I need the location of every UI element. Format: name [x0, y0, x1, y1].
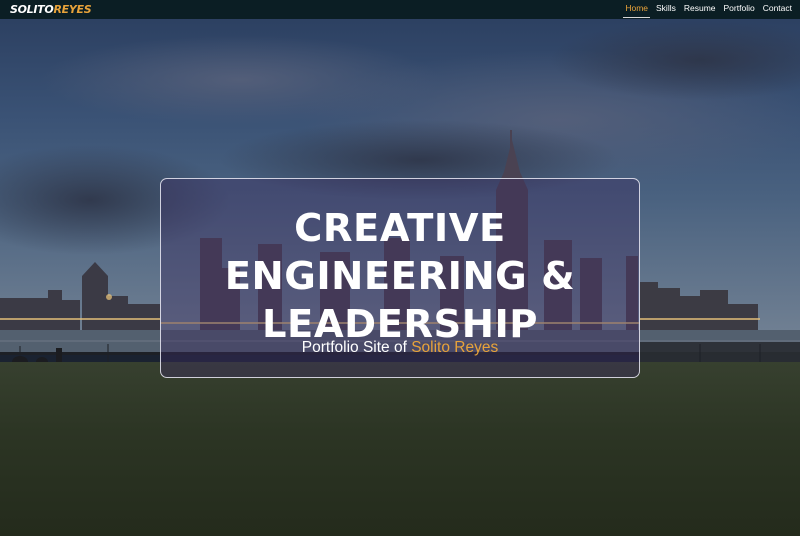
hero-subtitle: Portfolio Site of Solito Reyes	[161, 339, 639, 357]
hero-card: CREATIVE ENGINEERING & LEADERSHIP Portfo…	[160, 178, 640, 378]
nav-link-contact[interactable]: Contact	[759, 0, 796, 19]
nav-link-home[interactable]: Home	[621, 0, 652, 19]
logo-last-name: REYES	[53, 3, 92, 16]
hero-title-line: ENGINEERING &	[224, 254, 576, 299]
hero-title-line: CREATIVE	[294, 206, 506, 251]
nav-link-resume[interactable]: Resume	[680, 0, 720, 19]
hero-title: CREATIVE ENGINEERING & LEADERSHIP	[161, 205, 639, 349]
hero-subtitle-prefix: Portfolio Site of	[301, 339, 412, 356]
nav-link-portfolio[interactable]: Portfolio	[720, 0, 759, 19]
hero-subtitle-name: Solito Reyes	[411, 339, 499, 356]
nav-link-skills[interactable]: Skills	[652, 0, 680, 19]
nav-links: Home Skills Resume Portfolio Contact	[621, 0, 796, 19]
top-navbar: SOLITO REYES Home Skills Resume Portfolio…	[0, 0, 800, 19]
site-logo[interactable]: SOLITO REYES	[10, 0, 92, 19]
logo-first-name: SOLITO	[10, 3, 54, 16]
